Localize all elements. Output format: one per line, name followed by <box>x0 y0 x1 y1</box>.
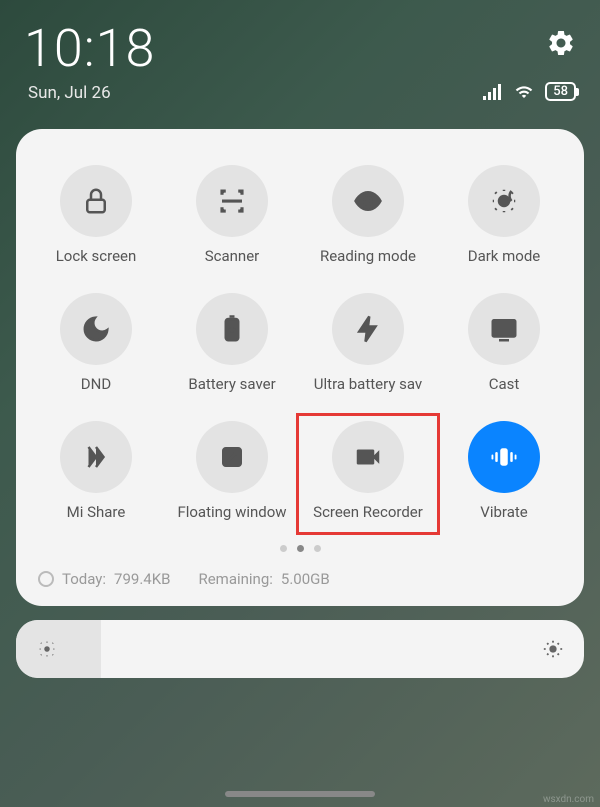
tile-dnd[interactable]: DND <box>30 285 162 401</box>
cast-icon <box>489 314 519 344</box>
brightness-high-icon <box>542 638 564 660</box>
status-bar: 58 <box>483 82 576 101</box>
settings-button[interactable] <box>546 28 576 62</box>
tile-lock-screen[interactable]: Lock screen <box>30 157 162 273</box>
scanner-icon <box>217 186 247 216</box>
tile-ultra-battery[interactable]: Ultra battery sav <box>302 285 434 401</box>
brightness-slider[interactable] <box>16 620 584 678</box>
floating-window-icon <box>217 442 247 472</box>
tile-label: Cast <box>489 375 520 393</box>
dot <box>280 545 287 552</box>
data-usage-row[interactable]: Today: 799.4KB Remaining: 5.00GB <box>30 570 570 588</box>
tile-label: Mi Share <box>67 503 126 521</box>
tile-label: Battery saver <box>188 375 275 393</box>
battery-indicator: 58 <box>545 82 576 101</box>
wifi-icon <box>513 83 535 101</box>
dot <box>314 545 321 552</box>
tile-label: DND <box>81 375 111 393</box>
dark-mode-icon <box>489 186 519 216</box>
remaining-label: Remaining: <box>198 570 272 588</box>
battery-plus-icon <box>217 314 247 344</box>
dot-active <box>297 545 304 552</box>
tile-vibrate[interactable]: Vibrate <box>438 413 570 529</box>
tile-label: Reading mode <box>320 247 416 265</box>
home-indicator[interactable] <box>225 791 375 797</box>
brightness-fill <box>16 620 101 678</box>
tile-label: Screen Recorder <box>313 503 423 521</box>
quick-settings-panel: Lock screen Scanner Reading mode Dark mo… <box>16 129 584 606</box>
page-indicator[interactable] <box>30 545 570 552</box>
mi-share-icon <box>81 442 111 472</box>
tile-label: Floating window <box>177 503 286 521</box>
eye-icon <box>353 186 383 216</box>
tile-cast[interactable]: Cast <box>438 285 570 401</box>
lock-icon <box>81 186 111 216</box>
moon-icon <box>81 314 111 344</box>
tile-scanner[interactable]: Scanner <box>166 157 298 273</box>
signal-icon <box>483 84 503 100</box>
tile-label: Dark mode <box>468 247 541 265</box>
tile-reading-mode[interactable]: Reading mode <box>302 157 434 273</box>
today-value: 799.4KB <box>114 570 170 588</box>
tile-dark-mode[interactable]: Dark mode <box>438 157 570 273</box>
watermark: wsxdn.com <box>543 794 594 805</box>
tile-label: Lock screen <box>56 247 137 265</box>
remaining-value: 5.00GB <box>281 570 330 588</box>
today-label: Today: <box>62 570 106 588</box>
tile-label: Vibrate <box>480 503 527 521</box>
gear-icon <box>546 28 576 58</box>
tile-mi-share[interactable]: Mi Share <box>30 413 162 529</box>
tile-label: Ultra battery sav <box>314 375 422 393</box>
data-usage-icon <box>38 571 54 587</box>
clock-time: 10:18 <box>24 18 155 79</box>
tile-label: Scanner <box>205 247 260 265</box>
tile-screen-recorder[interactable]: Screen Recorder <box>302 413 434 529</box>
brightness-low-icon <box>36 638 58 660</box>
bolt-icon <box>353 314 383 344</box>
vibrate-icon <box>489 442 519 472</box>
tile-floating-window[interactable]: Floating window <box>166 413 298 529</box>
video-camera-icon <box>353 442 383 472</box>
clock-date: Sun, Jul 26 <box>24 83 155 103</box>
tile-battery-saver[interactable]: Battery saver <box>166 285 298 401</box>
